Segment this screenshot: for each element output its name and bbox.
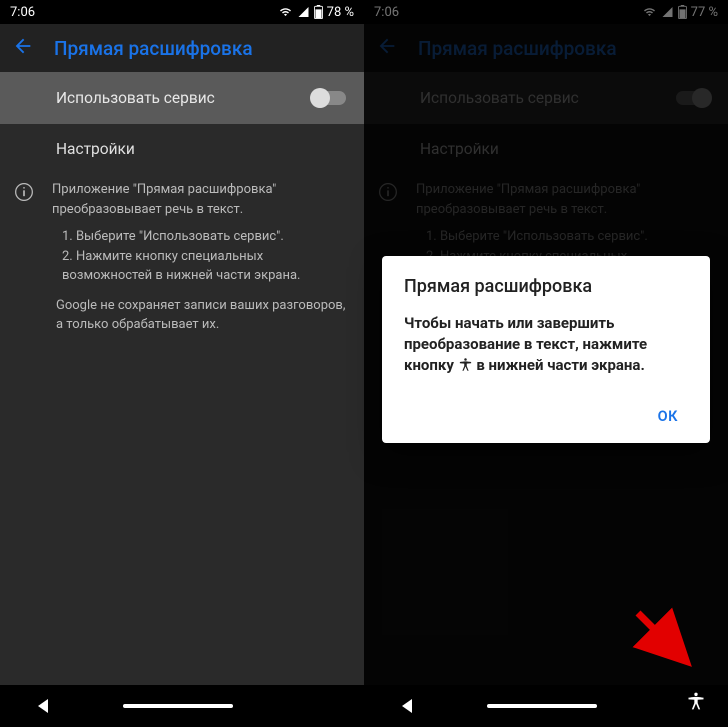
settings-row[interactable]: Настройки: [364, 124, 728, 170]
app-title: Прямая расшифровка: [418, 37, 617, 60]
nav-home-icon[interactable]: [487, 704, 597, 708]
dialog-title: Прямая расшифровка: [404, 276, 688, 297]
info-intro: Приложение "Прямая расшифровка" преобраз…: [52, 180, 346, 219]
nav-back-icon[interactable]: [402, 699, 412, 713]
info-block: Приложение "Прямая расшифровка" преобраз…: [0, 170, 364, 353]
info-text: Приложение "Прямая расшифровка" преобраз…: [52, 180, 346, 343]
signal-icon: [661, 6, 674, 18]
battery-icon: [314, 5, 323, 19]
accessibility-icon: [458, 357, 473, 372]
use-service-toggle[interactable]: [312, 91, 346, 105]
content: Использовать сервис Настройки Приложение…: [0, 72, 364, 727]
status-time: 7:06: [10, 5, 35, 20]
use-service-row[interactable]: Использовать сервис: [0, 72, 364, 124]
dialog-body: Чтобы начать или завершить преобразовани…: [404, 313, 688, 376]
use-service-label: Использовать сервис: [56, 89, 215, 107]
battery-icon: [678, 5, 687, 19]
info-step-1: 1. Выберите "Использовать сервис".: [426, 227, 710, 247]
status-time: 7:06: [374, 5, 399, 20]
phone-right: 7:06 77 % Прямая расшифровка Использоват…: [364, 0, 728, 727]
dialog-ok-button[interactable]: ОК: [648, 400, 688, 433]
dialog: Прямая расшифровка Чтобы начать или заве…: [382, 256, 710, 443]
use-service-label: Использовать сервис: [420, 89, 579, 107]
info-note: Google не сохраняет записи ваших разгово…: [52, 296, 346, 335]
dialog-actions: ОК: [404, 400, 688, 433]
status-bar: 7:06 77 %: [364, 0, 728, 24]
settings-label: Настройки: [56, 140, 135, 158]
status-indicators: 78 %: [278, 5, 354, 20]
nav-back-icon[interactable]: [38, 699, 48, 713]
status-indicators: 77 %: [642, 5, 718, 20]
battery-percent: 78 %: [327, 5, 354, 20]
dialog-body-part-b: в нижней части экрана.: [476, 356, 644, 374]
wifi-icon: [278, 6, 293, 18]
wifi-icon: [642, 6, 657, 18]
red-arrow-icon: [630, 605, 700, 675]
battery-percent: 77 %: [691, 5, 718, 20]
phone-left: 7:06 78 % Прямая расшифровка Использоват…: [0, 0, 364, 727]
app-bar: Прямая расшифровка: [364, 24, 728, 72]
signal-icon: [297, 6, 310, 18]
settings-row[interactable]: Настройки: [0, 124, 364, 170]
info-icon: [14, 182, 34, 343]
back-arrow-icon[interactable]: [12, 35, 34, 61]
nav-home-icon[interactable]: [123, 704, 233, 708]
nav-bar: [0, 685, 364, 727]
info-intro: Приложение "Прямая расшифровка" преобраз…: [416, 180, 710, 219]
back-arrow-icon[interactable]: [376, 35, 398, 61]
nav-bar: [364, 685, 728, 727]
status-bar: 7:06 78 %: [0, 0, 364, 24]
use-service-row[interactable]: Использовать сервис: [364, 72, 728, 124]
app-bar: Прямая расшифровка: [0, 24, 364, 72]
app-title: Прямая расшифровка: [54, 37, 253, 60]
use-service-toggle[interactable]: [676, 91, 710, 105]
info-step-2: 2. Нажмите кнопку специальных возможност…: [62, 247, 346, 286]
settings-label: Настройки: [420, 140, 499, 158]
accessibility-nav-icon[interactable]: [686, 691, 706, 715]
info-step-1: 1. Выберите "Использовать сервис".: [62, 227, 346, 247]
